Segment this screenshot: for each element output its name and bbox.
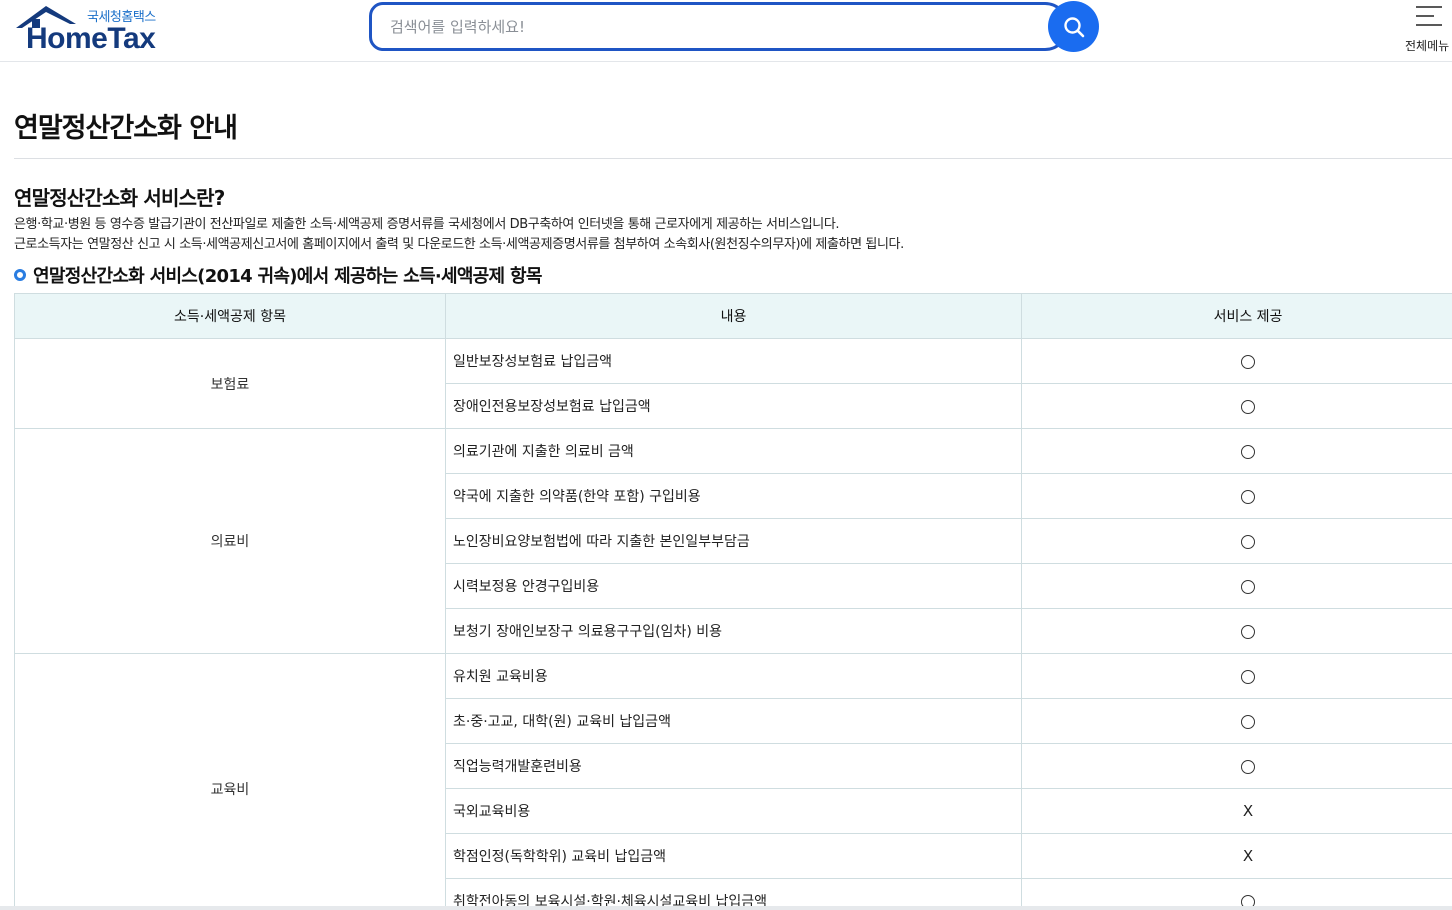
item-cell: 국외교육비용: [445, 788, 1022, 834]
service-not-provided-mark: X: [1021, 788, 1452, 834]
search-icon: [1063, 16, 1084, 37]
service-provided-mark: [1021, 518, 1452, 564]
item-cell: 시력보정용 안경구입비용: [445, 563, 1022, 609]
circle-mark-icon: [1241, 489, 1255, 504]
table-row: 교육비 유치원 교육비용: [14, 653, 1452, 910]
circle-bullet-icon: [14, 269, 26, 281]
item-cell: 보청기 장애인보장구 의료용구구입(임차) 비용: [445, 608, 1022, 654]
item-cell: 초·중·고교, 대학(원) 교육비 납입금액: [445, 698, 1022, 744]
service-provided-mark: [1021, 383, 1452, 429]
deduction-items-title: 연말정산간소화 서비스(2014 귀속)에서 제공하는 소득·세액공제 항목: [14, 262, 542, 288]
title-divider: [14, 158, 1452, 159]
column-header-content: 내용: [445, 293, 1022, 339]
item-cell: 학점인정(독학학위) 교육비 납입금액: [445, 833, 1022, 879]
deduction-items-table: 소득·세액공제 항목 내용 서비스 제공 보험료 일반보장성보험료 납입금액 장애인…: [14, 293, 1452, 910]
service-provided-mark: [1021, 428, 1452, 474]
service-provided-mark: [1021, 473, 1452, 519]
column-header-category: 소득·세액공제 항목: [14, 293, 446, 339]
service-not-provided-mark: X: [1021, 833, 1452, 879]
circle-mark-icon: [1241, 714, 1255, 729]
circle-mark-icon: [1241, 444, 1255, 459]
service-provided-mark: [1021, 743, 1452, 789]
service-provided-mark: [1021, 698, 1452, 744]
circle-mark-icon: [1241, 624, 1255, 639]
circle-mark-icon: [1241, 534, 1255, 549]
column-header-service: 서비스 제공: [1021, 293, 1452, 339]
header: 국세청홈택스 HomeTax 전체메뉴: [0, 0, 1452, 62]
all-menu-label: 전체메뉴: [1405, 39, 1450, 53]
deduction-items-title-text: 연말정산간소화 서비스(2014 귀속)에서 제공하는 소득·세액공제 항목: [33, 266, 542, 287]
circle-mark-icon: [1241, 354, 1255, 369]
service-provided-mark: [1021, 338, 1452, 384]
item-cell: 장애인전용보장성보험료 납입금액: [445, 383, 1022, 429]
service-description-1: 은행·학교·병원 등 영수증 발급기관이 전산파일로 제출한 소득·세액공제 증…: [14, 217, 840, 232]
category-cell: 교육비: [14, 653, 446, 910]
table-row: 의료비 의료기관에 지출한 의료비 금액: [14, 428, 1452, 654]
item-cell: 직업능력개발훈련비용: [445, 743, 1022, 789]
item-cell: 노인장비요양보험법에 따라 지출한 본인일부부담금: [445, 518, 1022, 564]
circle-mark-icon: [1241, 399, 1255, 414]
table-row: 보험료 일반보장성보험료 납입금액: [14, 338, 1452, 429]
horizontal-scrollbar[interactable]: [0, 906, 1452, 910]
item-cell: 의료기관에 지출한 의료비 금액: [445, 428, 1022, 474]
category-cell: 의료비: [14, 428, 446, 654]
item-cell: 약국에 지출한 의약품(한약 포함) 구입비용: [445, 473, 1022, 519]
search-button[interactable]: [1048, 1, 1099, 52]
hometax-logo[interactable]: 국세청홈택스 HomeTax: [12, 2, 172, 58]
item-cell: 유치원 교육비용: [445, 653, 1022, 699]
circle-mark-icon: [1241, 669, 1255, 684]
hamburger-menu-icon: [1416, 6, 1442, 26]
search-input[interactable]: [390, 14, 1010, 40]
search-box: [369, 2, 1069, 51]
circle-mark-icon: [1241, 759, 1255, 774]
logo-title: HomeTax: [26, 22, 156, 55]
item-cell: 일반보장성보험료 납입금액: [445, 338, 1022, 384]
section-title: 연말정산간소화 서비스란?: [14, 186, 225, 210]
circle-mark-icon: [1241, 579, 1255, 594]
service-provided-mark: [1021, 608, 1452, 654]
service-provided-mark: [1021, 563, 1452, 609]
category-cell: 보험료: [14, 338, 446, 429]
table-body: 보험료 일반보장성보험료 납입금액 장애인전용보장성보험료 납입금액 의료비 의료기관에…: [14, 338, 1452, 910]
all-menu-button[interactable]: 전체메뉴: [1400, 2, 1452, 58]
service-description-2: 근로소득자는 연말정산 신고 시 소득·세액공제신고서에 홈페이지에서 출력 및…: [14, 237, 904, 252]
page-title: 연말정산간소화 안내: [14, 113, 238, 144]
table-header-row: 소득·세액공제 항목 내용 서비스 제공: [14, 293, 1452, 339]
service-provided-mark: [1021, 653, 1452, 699]
